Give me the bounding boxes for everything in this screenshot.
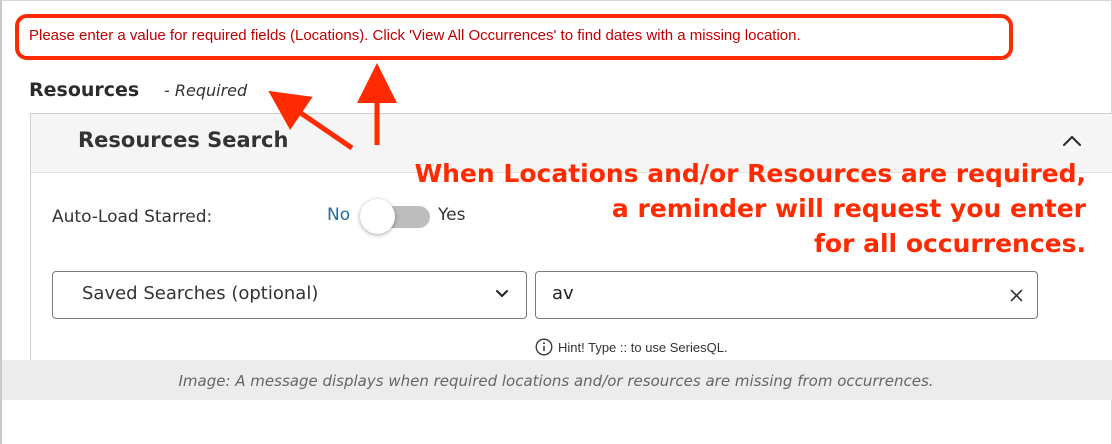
annotation-line: When Locations and/or Resources are requ… — [414, 159, 1086, 188]
close-icon[interactable] — [1010, 289, 1023, 302]
annotation-line: for all occurrences. — [814, 229, 1086, 258]
hint-text: Hint! Type :: to use SeriesQL. — [558, 340, 728, 355]
annotation-line: a reminder will request you enter — [611, 194, 1086, 223]
info-icon — [535, 338, 553, 356]
error-message: Please enter a value for required fields… — [29, 27, 801, 44]
chevron-up-icon[interactable] — [1060, 132, 1084, 148]
saved-searches-value: Saved Searches (optional) — [82, 283, 319, 304]
image-caption: Image: A message displays when required … — [178, 372, 934, 390]
resource-search-input[interactable] — [535, 271, 1038, 319]
search-input-value: av — [552, 283, 574, 304]
required-indicator: - Required — [164, 81, 248, 100]
resources-heading: Resources — [29, 79, 140, 101]
toggle-knob[interactable] — [360, 199, 395, 234]
panel-title: Resources Search — [78, 128, 289, 152]
annotation-callout: When Locations and/or Resources are requ… — [415, 156, 1086, 261]
auto-load-label: Auto-Load Starred: — [52, 207, 213, 227]
chevron-down-icon[interactable] — [495, 289, 509, 299]
toggle-off-label: No — [327, 205, 351, 225]
